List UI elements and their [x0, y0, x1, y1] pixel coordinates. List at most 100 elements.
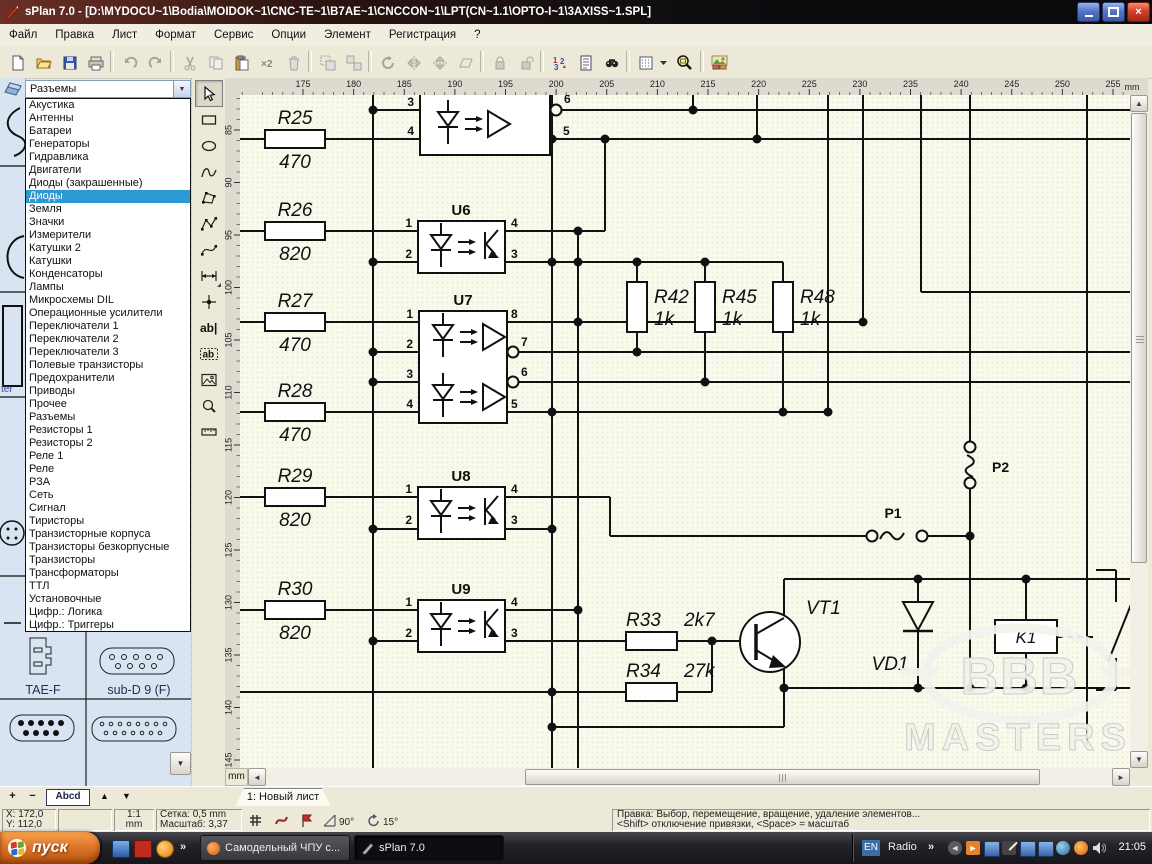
freehand-snap-icon[interactable]: [274, 813, 290, 829]
menu-element[interactable]: Элемент: [315, 26, 380, 44]
component-R26[interactable]: R26 820: [265, 200, 325, 265]
zoom-window-icon[interactable]: [671, 49, 698, 76]
language-indicator[interactable]: EN: [862, 840, 880, 856]
move-down-button[interactable]: ▼: [118, 790, 135, 804]
rectangle-tool-icon[interactable]: [195, 106, 223, 133]
horizontal-scrollbar[interactable]: mm ◄ ►: [225, 768, 1148, 786]
tray-radio-label[interactable]: Radio: [888, 841, 917, 853]
horizontal-scroll-thumb[interactable]: [525, 769, 1040, 785]
component-U5[interactable]: 3 4 6 5: [407, 95, 571, 155]
paste-icon[interactable]: [228, 49, 255, 76]
category-item[interactable]: Гидравлика: [26, 151, 190, 164]
component-P1[interactable]: P1: [867, 505, 928, 542]
category-item[interactable]: Сигнал: [26, 502, 190, 515]
library-dropdown[interactable]: Разъемы ▼: [25, 80, 191, 98]
category-item[interactable]: Установочные: [26, 593, 190, 606]
copy-icon[interactable]: [202, 49, 229, 76]
redo-icon[interactable]: [142, 49, 169, 76]
dimension-tool-icon[interactable]: [195, 262, 223, 289]
category-item[interactable]: Измерители: [26, 229, 190, 242]
scroll-up-icon[interactable]: ▲: [1130, 95, 1148, 112]
delete-icon[interactable]: [280, 49, 307, 76]
renumber-icon[interactable]: 123: [546, 49, 573, 76]
vertical-scroll-thumb[interactable]: [1131, 113, 1147, 563]
library-icon[interactable]: [3, 80, 23, 97]
category-item[interactable]: Катушки: [26, 255, 190, 268]
component-U7[interactable]: U7 1 2 3 4 8 7 6 5: [406, 292, 528, 423]
select-tool-icon[interactable]: [195, 80, 223, 107]
category-item[interactable]: Батареи: [26, 125, 190, 138]
measure-tool-icon[interactable]: [195, 418, 223, 445]
category-item[interactable]: Операционные усилители: [26, 307, 190, 320]
category-item[interactable]: Транзисторы безкорпусные: [26, 541, 190, 554]
tray-back-icon[interactable]: ◄: [948, 841, 962, 855]
open-icon[interactable]: [30, 49, 57, 76]
menu-help[interactable]: ?: [465, 26, 489, 44]
menu-format[interactable]: Формат: [146, 26, 205, 44]
category-item[interactable]: Тиристоры: [26, 515, 190, 528]
search-icon[interactable]: [598, 49, 625, 76]
vertical-scrollbar[interactable]: ▲ ▼: [1130, 95, 1148, 768]
freehand-tool-icon[interactable]: [195, 158, 223, 185]
category-item[interactable]: Микросхемы DIL: [26, 294, 190, 307]
scroll-down-icon[interactable]: ▼: [1130, 751, 1148, 768]
dropdown-arrow-icon[interactable]: ▼: [173, 81, 190, 97]
minimize-button[interactable]: [1077, 2, 1100, 22]
grid-dropdown-icon[interactable]: [656, 49, 671, 76]
component-R28[interactable]: R28 470: [265, 381, 325, 446]
cut-icon[interactable]: [176, 49, 203, 76]
scroll-left-icon[interactable]: ◄: [248, 768, 266, 786]
title-bar[interactable]: sPlan 7.0 - [D:\MYDOCU~1\Bodia\MOIDOK~1\…: [0, 0, 1152, 24]
move-up-button[interactable]: ▲: [96, 790, 113, 804]
new-icon[interactable]: [4, 49, 31, 76]
category-item[interactable]: Предохранители: [26, 372, 190, 385]
component-R48[interactable]: R48 1k: [773, 282, 835, 332]
menu-sheet[interactable]: Лист: [103, 26, 146, 44]
menu-edit[interactable]: Правка: [46, 26, 103, 44]
component-R27[interactable]: R27 470: [265, 291, 325, 356]
component-R34[interactable]: R34 27k: [626, 661, 716, 701]
category-item[interactable]: Прочее: [26, 398, 190, 411]
zoom-out-button[interactable]: −: [24, 790, 41, 804]
angle-icon[interactable]: [322, 813, 338, 829]
tray-volume-icon[interactable]: [1092, 841, 1106, 855]
tray-pencil-icon[interactable]: [1002, 841, 1016, 855]
zoom-tool-icon[interactable]: [195, 392, 223, 419]
category-item[interactable]: Реле: [26, 463, 190, 476]
ellipse-tool-icon[interactable]: [195, 132, 223, 159]
component-VT1[interactable]: VT1: [740, 598, 841, 672]
flag-icon[interactable]: [299, 813, 315, 829]
start-button[interactable]: пуск: [0, 832, 100, 864]
rotate-icon[interactable]: [374, 49, 401, 76]
component-U9[interactable]: U9 1 2 4 3: [405, 581, 518, 652]
text-box-tool-icon[interactable]: ab: [195, 340, 223, 367]
component-U6[interactable]: U6 1 2 4 3: [405, 202, 518, 273]
category-item[interactable]: Сеть: [26, 489, 190, 502]
category-item[interactable]: РЗА: [26, 476, 190, 489]
node-tool-icon[interactable]: [195, 288, 223, 315]
ungroup-icon[interactable]: [340, 49, 367, 76]
category-item[interactable]: Катушки 2: [26, 242, 190, 255]
scroll-right-icon[interactable]: ►: [1112, 768, 1130, 786]
category-item[interactable]: Полевые транзисторы: [26, 359, 190, 372]
group-icon[interactable]: [314, 49, 341, 76]
canvas[interactable]: R25 470 R26 820 R27 470 R28 470 R29: [240, 95, 1130, 768]
print-icon[interactable]: [82, 49, 109, 76]
task-button-splan[interactable]: sPlan 7.0: [354, 835, 504, 861]
close-button[interactable]: ×: [1127, 2, 1150, 22]
component-P2[interactable]: P2: [965, 442, 1010, 489]
component-R29[interactable]: R29 820: [265, 466, 325, 531]
category-item[interactable]: Трансформаторы: [26, 567, 190, 580]
category-item[interactable]: Лампы: [26, 281, 190, 294]
image-tool-icon[interactable]: [195, 366, 223, 393]
zoom-in-button[interactable]: +: [4, 790, 21, 804]
text-tool-icon[interactable]: ab|: [195, 314, 223, 341]
category-item[interactable]: Цифр.: Логика: [26, 606, 190, 619]
tray-player-icon[interactable]: ►: [966, 841, 980, 855]
category-item[interactable]: Двигатели: [26, 164, 190, 177]
category-item[interactable]: Диоды (закрашенные): [26, 177, 190, 190]
component-R33[interactable]: R33 2k7: [626, 610, 716, 650]
menu-options[interactable]: Опции: [262, 26, 315, 44]
restore-button[interactable]: [1102, 2, 1125, 22]
component-U8[interactable]: U8 1 2 4 3: [405, 468, 518, 539]
